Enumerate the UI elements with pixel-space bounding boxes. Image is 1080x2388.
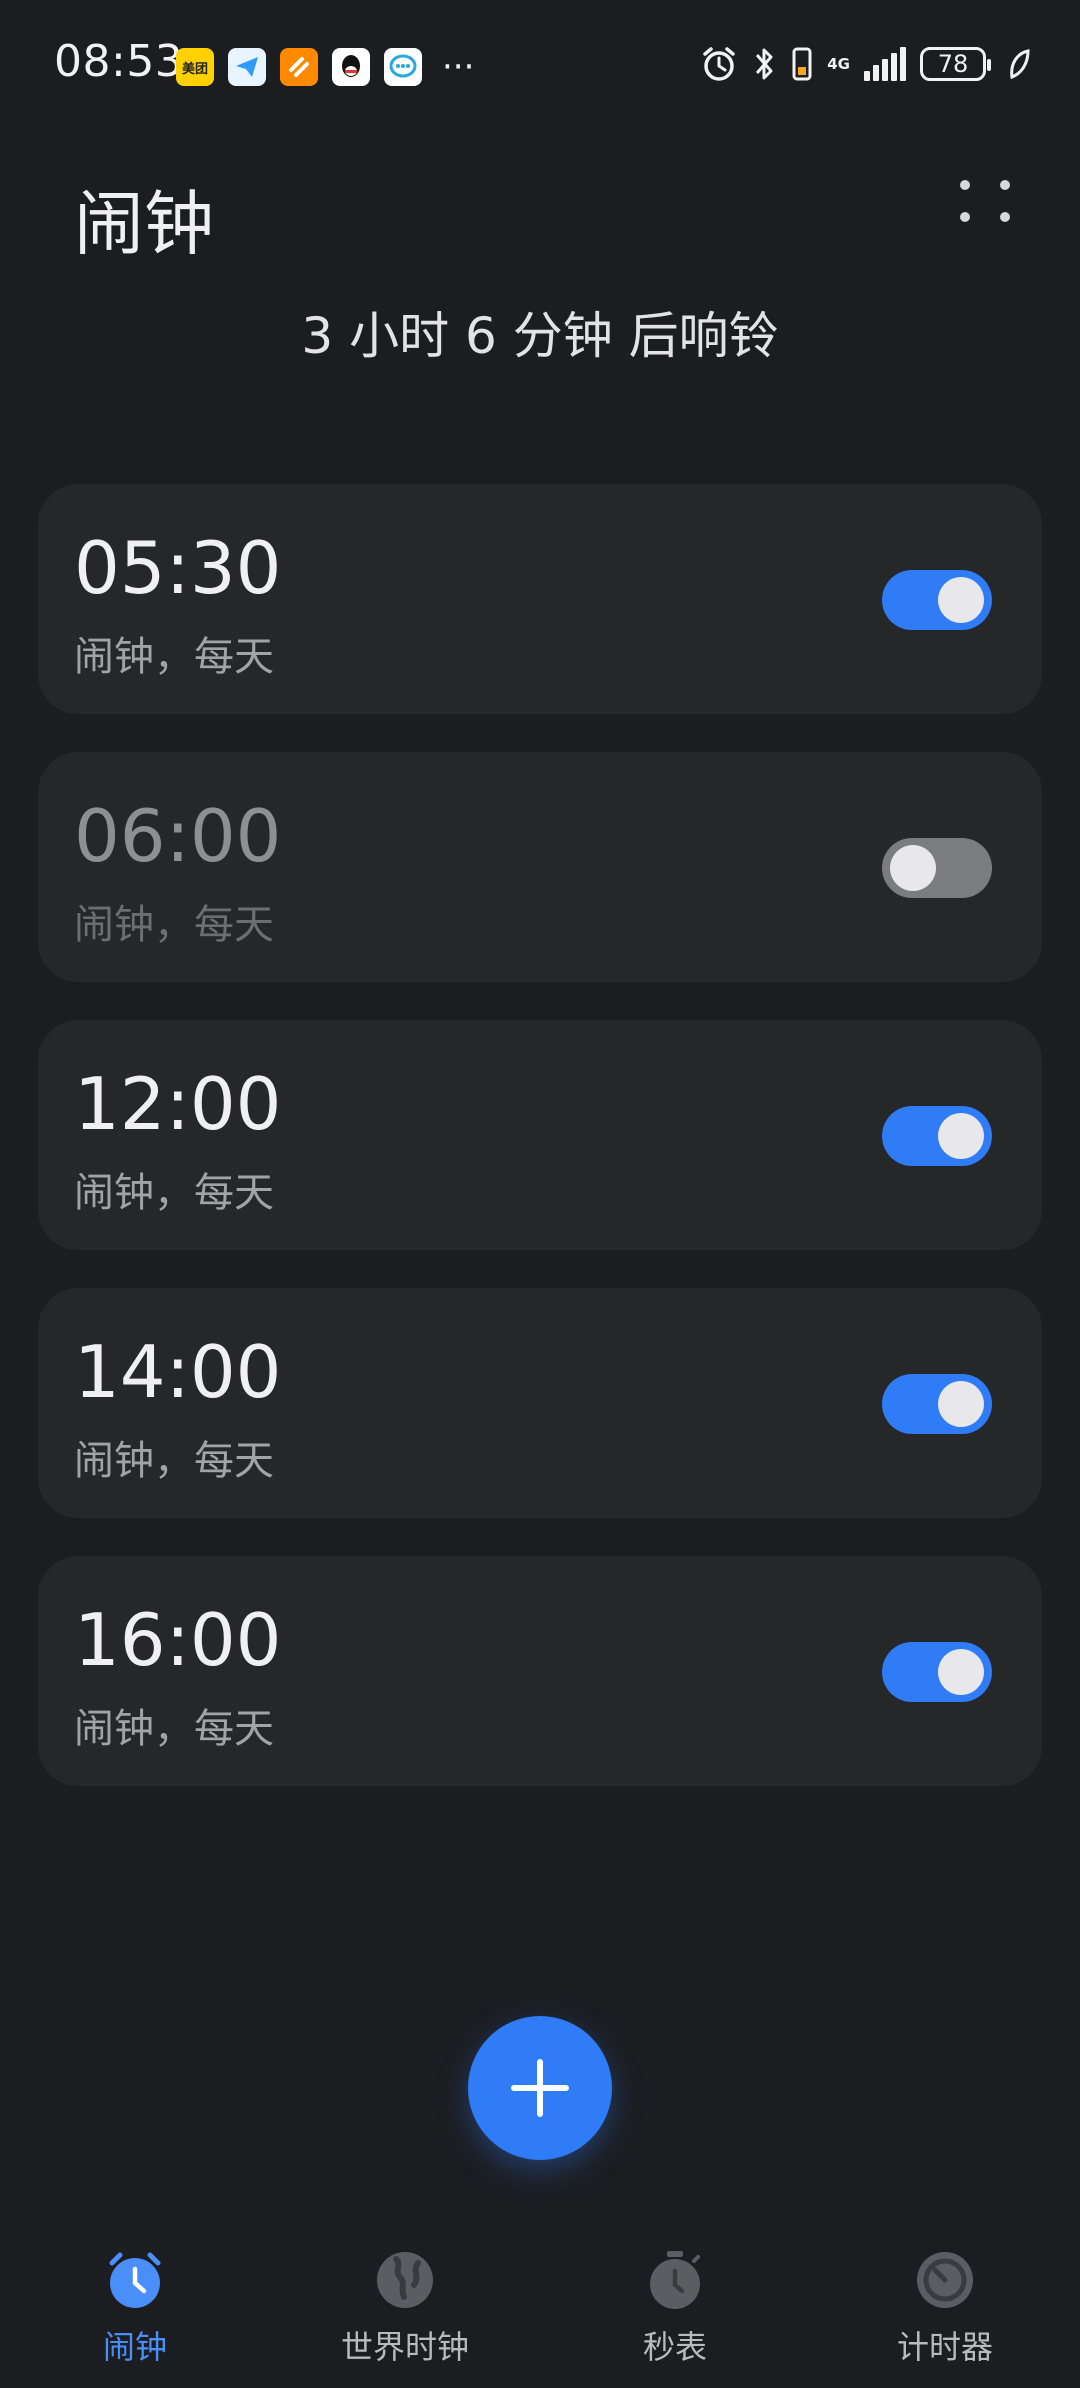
tab-world-clock[interactable]: 世界时钟 bbox=[305, 2240, 505, 2380]
alarm-card[interactable]: 05:30 闹钟，每天 bbox=[38, 484, 1042, 714]
orange-app-icon bbox=[280, 48, 318, 86]
more-options-button[interactable] bbox=[950, 170, 1030, 240]
feishu-icon bbox=[228, 48, 266, 86]
alarm-label: 闹钟，每天 bbox=[74, 634, 274, 680]
alarm-card[interactable]: 16:00 闹钟，每天 bbox=[38, 1556, 1042, 1786]
plus-icon bbox=[511, 2059, 569, 2117]
alarm-time: 12:00 bbox=[74, 1062, 282, 1146]
alarm-label: 闹钟，每天 bbox=[74, 1170, 274, 1216]
chat-icon bbox=[384, 48, 422, 86]
network-type: 4G bbox=[827, 55, 850, 73]
tab-timer[interactable]: 计时器 bbox=[845, 2240, 1045, 2380]
alarm-clock-icon bbox=[103, 2248, 167, 2312]
globe-icon bbox=[373, 2248, 437, 2312]
alarm-label: 闹钟，每天 bbox=[74, 902, 274, 948]
alarm-label: 闹钟，每天 bbox=[74, 1706, 274, 1752]
alarm-label: 闹钟，每天 bbox=[74, 1438, 274, 1484]
bottom-nav: 闹钟 世界时钟 秒表 计时器 bbox=[0, 2240, 1080, 2388]
tab-label: 闹钟 bbox=[102, 2328, 167, 2366]
battery-level: 78 bbox=[937, 50, 969, 78]
leaf-icon bbox=[1008, 47, 1030, 81]
notification-icons: 美团 ··· bbox=[176, 48, 474, 86]
add-alarm-button[interactable] bbox=[468, 2016, 612, 2160]
alarm-list: 05:30 闹钟，每天 06:00 闹钟，每天 12:00 闹钟，每天 14:0… bbox=[38, 484, 1042, 1824]
qq-icon bbox=[332, 48, 370, 86]
page-title: 闹钟 bbox=[74, 183, 214, 265]
signal-icon bbox=[864, 47, 906, 81]
more-notifications-icon: ··· bbox=[442, 47, 475, 87]
status-icons: 4G 78 bbox=[699, 44, 1030, 84]
alarm-time: 05:30 bbox=[74, 526, 282, 610]
battery-icon: 78 bbox=[920, 47, 991, 81]
status-time: 08:53 bbox=[54, 36, 184, 87]
meituan-text: 美团 bbox=[181, 61, 208, 77]
alarm-status-icon bbox=[699, 44, 739, 84]
alarm-card[interactable]: 12:00 闹钟，每天 bbox=[38, 1020, 1042, 1250]
next-alarm-countdown: 3 小时 6 分钟 后响铃 bbox=[301, 307, 779, 365]
alarm-card[interactable]: 06:00 闹钟，每天 bbox=[38, 752, 1042, 982]
status-bar: 08:53 美团 ··· 4G 78 bbox=[0, 0, 1080, 132]
alarm-time: 14:00 bbox=[74, 1330, 282, 1414]
alarm-toggle[interactable] bbox=[882, 838, 992, 898]
timer-icon bbox=[913, 2248, 977, 2312]
tab-label: 秒表 bbox=[642, 2328, 707, 2366]
tab-stopwatch[interactable]: 秒表 bbox=[575, 2240, 775, 2380]
meituan-icon: 美团 bbox=[176, 48, 214, 86]
alarm-toggle[interactable] bbox=[882, 570, 992, 630]
tab-alarm[interactable]: 闹钟 bbox=[35, 2240, 235, 2380]
alarm-toggle[interactable] bbox=[882, 1374, 992, 1434]
tab-label: 世界时钟 bbox=[340, 2328, 469, 2366]
alarm-card[interactable]: 14:00 闹钟，每天 bbox=[38, 1288, 1042, 1518]
tab-label: 计时器 bbox=[896, 2328, 993, 2366]
alarm-toggle[interactable] bbox=[882, 1106, 992, 1166]
stopwatch-icon bbox=[643, 2248, 707, 2312]
alarm-time: 06:00 bbox=[74, 794, 282, 878]
phone-battery-icon bbox=[791, 45, 813, 83]
bluetooth-icon bbox=[753, 45, 777, 83]
alarm-toggle[interactable] bbox=[882, 1642, 992, 1702]
alarm-time: 16:00 bbox=[74, 1598, 282, 1682]
